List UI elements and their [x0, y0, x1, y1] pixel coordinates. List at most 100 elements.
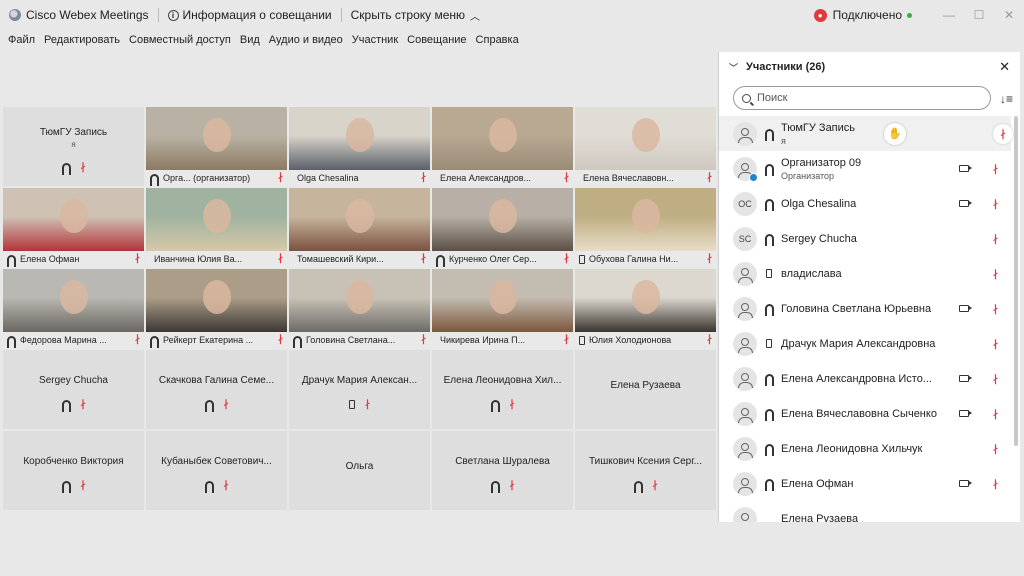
participant-tile[interactable]: Иванчина Юлия Ва... ∤ [146, 188, 287, 267]
mic-muted-icon[interactable]: ∤ [224, 400, 229, 410]
participant-tile[interactable]: Ольга [289, 431, 430, 510]
mic-muted-icon[interactable]: ∤ [707, 173, 712, 183]
video-feed [289, 269, 430, 332]
mic-muted-icon[interactable]: ∤ [510, 400, 515, 410]
mic-muted-icon[interactable]: ∤ [81, 162, 86, 173]
menu-item[interactable]: Аудио и видео [269, 34, 343, 46]
chevron-up-icon[interactable]: ︿ [470, 8, 480, 23]
mic-muted-icon[interactable]: ∤ [707, 254, 712, 264]
mic-muted-icon[interactable]: ∤ [278, 254, 283, 264]
participant-row[interactable]: Драчук Мария Александровна ∤ [719, 326, 1011, 361]
participant-row[interactable]: Елена Вячеславовна Сыченко ∤ [719, 396, 1011, 431]
mic-muted-icon[interactable]: ∤ [421, 173, 426, 183]
participant-tile[interactable]: Тишкович Ксения Серг... ∤ [575, 431, 716, 510]
mic-muted-icon[interactable]: ∤ [224, 481, 229, 491]
search-input[interactable]: Поиск [733, 86, 991, 110]
menu-item[interactable]: Совместный доступ [129, 34, 231, 46]
mic-muted-icon[interactable]: ∤ [278, 173, 283, 183]
name-bar: Обухова Галина Ни... ∤ [575, 251, 716, 267]
hide-menu-button[interactable]: Скрыть строку меню [351, 8, 465, 22]
participant-name: Скачкова Галина Семе... [158, 375, 275, 386]
participant-tile[interactable]: Елена Александров... ∤ [432, 107, 573, 186]
collapse-chevron-icon[interactable]: ﹀ [729, 61, 738, 74]
participant-tile[interactable]: Рейкерт Екатерина ... ∤ [146, 269, 287, 348]
participant-tile[interactable]: Томашевский Кири... ∤ [289, 188, 430, 267]
participant-tile[interactable]: ТюмГУ Запись я ∤ [3, 107, 144, 186]
mic-muted-icon[interactable]: ∤ [993, 479, 998, 490]
participant-tile[interactable]: Драчук Мария Алексан... ∤ [289, 350, 430, 429]
participant-row[interactable]: OC Olga Chesalina ∤ [719, 186, 1011, 221]
mic-muted-icon[interactable]: ∤ [993, 269, 998, 280]
participant-name: Елена Вячеславовна Сыченко [781, 407, 937, 420]
mic-muted-icon[interactable]: ∤ [564, 254, 569, 264]
meeting-info-button[interactable]: Информация о совещании [183, 8, 332, 22]
participant-tile[interactable]: Федорова Марина ... ∤ [3, 269, 144, 348]
mic-muted-icon[interactable]: ∤ [81, 400, 86, 410]
mic-muted-icon[interactable]: ∤ [993, 339, 998, 350]
menu-item[interactable]: Совещание [407, 34, 466, 46]
participant-tile[interactable]: Коробченко Виктория ∤ [3, 431, 144, 510]
participant-tile[interactable]: Орга... (организатор) ∤ [146, 107, 287, 186]
participant-tile[interactable]: Скачкова Галина Семе... ∤ [146, 350, 287, 429]
participant-row[interactable]: Елена Леонидовна Хильчук ∤ [719, 431, 1011, 466]
mic-muted-icon[interactable]: ∤ [707, 335, 712, 345]
mic-muted-icon[interactable]: ∤ [135, 335, 140, 345]
mic-muted-icon[interactable]: ∤ [993, 444, 998, 455]
participant-row[interactable]: Головина Светлана Юрьевна ∤ [719, 291, 1011, 326]
participant-row[interactable]: SC Sergey Chucha ∤ [719, 221, 1011, 256]
mic-muted-icon[interactable]: ∤ [993, 234, 998, 245]
mic-muted-icon[interactable]: ∤ [564, 335, 569, 345]
participant-row[interactable]: владислава ∤ [719, 256, 1011, 291]
participant-tile[interactable]: Елена Офман ∤ [3, 188, 144, 267]
mic-muted-icon[interactable]: ∤ [993, 304, 998, 315]
participant-row[interactable]: Елена Офман ∤ [719, 466, 1011, 501]
raised-hand-icon[interactable]: ✋ [884, 122, 906, 145]
menu-item[interactable]: Вид [240, 34, 260, 46]
mic-muted-icon[interactable]: ∤ [421, 254, 426, 264]
participant-tile[interactable]: Обухова Галина Ни... ∤ [575, 188, 716, 267]
participant-tile[interactable]: Кубаныбек Советович... ∤ [146, 431, 287, 510]
participant-row[interactable]: ТюмГУ Запись я ✋ ∤ [719, 116, 1013, 151]
close-panel-button[interactable]: ✕ [999, 59, 1010, 75]
mic-muted-icon[interactable]: ∤ [1001, 129, 1006, 140]
participant-face [59, 280, 88, 315]
mic-muted-icon[interactable]: ∤ [564, 173, 569, 183]
avatar [733, 436, 757, 461]
mic-muted-icon[interactable]: ∤ [993, 199, 998, 210]
menu-item[interactable]: Справка [476, 34, 519, 46]
sort-icon[interactable]: ↓≡ [1000, 92, 1013, 106]
info-icon[interactable]: i [167, 9, 179, 21]
participant-tile[interactable]: Светлана Шуралева ∤ [432, 431, 573, 510]
mic-muted-icon[interactable]: ∤ [993, 164, 998, 175]
minimize-button[interactable]: — [934, 8, 964, 22]
mic-muted-icon[interactable]: ∤ [421, 335, 426, 345]
mic-muted-icon[interactable]: ∤ [993, 374, 998, 385]
maximize-button[interactable]: ☐ [964, 8, 994, 22]
mic-muted-icon[interactable]: ∤ [135, 254, 140, 264]
tile-icons: ∤ [61, 481, 86, 493]
mic-muted-icon[interactable]: ∤ [993, 409, 998, 420]
participant-row[interactable]: Елена Рузаева [719, 501, 1011, 522]
participant-tile[interactable]: Olga Chesalina ∤ [289, 107, 430, 186]
participant-row[interactable]: Елена Александровна Исто... ∤ [719, 361, 1011, 396]
participant-row[interactable]: Организатор 09 Организатор ∤ [719, 151, 1011, 186]
mic-muted-icon[interactable]: ∤ [653, 481, 658, 491]
menu-item[interactable]: Файл [8, 34, 35, 46]
mic-muted-icon[interactable]: ∤ [278, 335, 283, 345]
participant-tile[interactable]: Елена Вячеславовн... ∤ [575, 107, 716, 186]
mic-muted-icon[interactable]: ∤ [365, 400, 370, 410]
menu-item[interactable]: Участник [352, 34, 398, 46]
participant-tile[interactable]: Елена Рузаева [575, 350, 716, 429]
menu-item[interactable]: Редактировать [44, 34, 120, 46]
mic-muted-icon[interactable]: ∤ [81, 481, 86, 491]
scrollbar[interactable] [1014, 116, 1018, 446]
participant-tile[interactable]: Курченко Олег Сер... ∤ [432, 188, 573, 267]
participant-tile[interactable]: Чикирева Ирина П... ∤ [432, 269, 573, 348]
mic-muted-icon[interactable]: ∤ [510, 481, 515, 491]
participant-name: Елена Александровна Исто... [781, 372, 932, 385]
participant-tile[interactable]: Sergey Chucha ∤ [3, 350, 144, 429]
participant-tile[interactable]: Елена Леонидовна Хил... ∤ [432, 350, 573, 429]
participant-tile[interactable]: Головина Светлана... ∤ [289, 269, 430, 348]
close-window-button[interactable]: ✕ [994, 8, 1024, 22]
participant-tile[interactable]: Юлия Холодионова ∤ [575, 269, 716, 348]
